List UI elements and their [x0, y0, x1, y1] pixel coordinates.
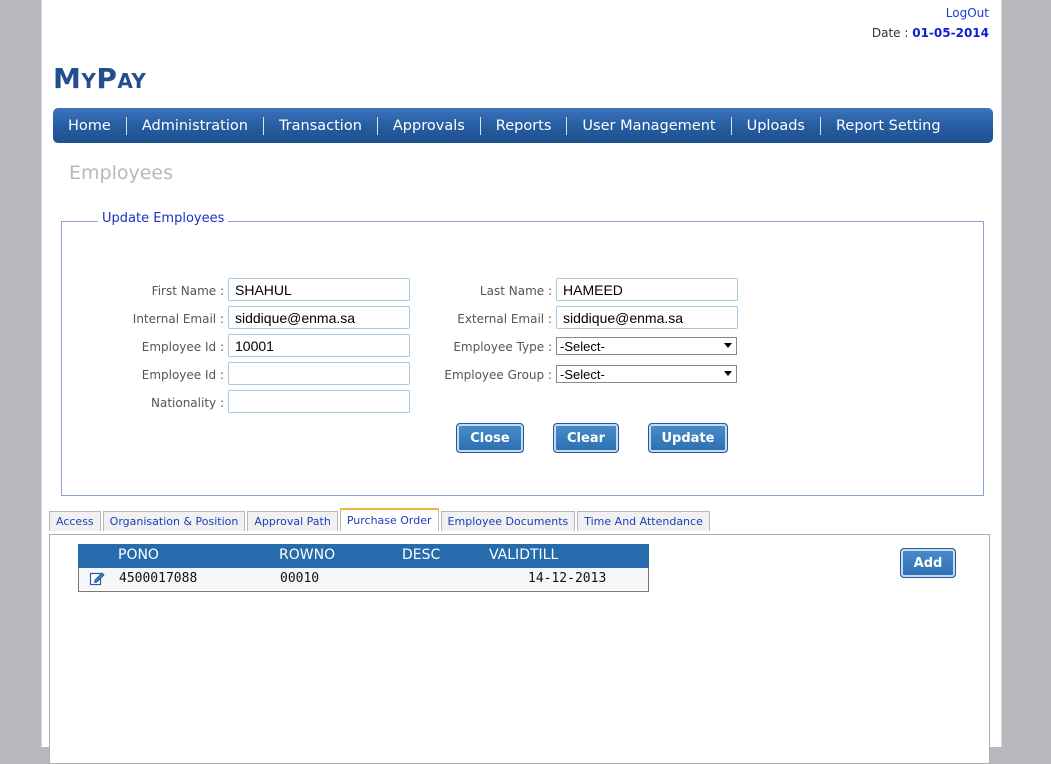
employee-group-label: Employee Group : [444, 368, 552, 382]
purchase-order-table: PONO ROWNO DESC VALIDTILL 4500017088 000… [78, 544, 649, 592]
app-logo: MyPay [53, 62, 147, 95]
internal-email-field[interactable]: siddique@enma.sa [228, 306, 410, 329]
logout-link[interactable]: LogOut [946, 6, 989, 20]
column-header-validtill: VALIDTILL [489, 547, 559, 563]
employee-group-select[interactable]: -Select- [556, 365, 737, 383]
tab-purchase-order[interactable]: Purchase Order [339, 508, 439, 531]
nationality-label: Nationality : [150, 396, 224, 410]
edit-icon[interactable] [89, 570, 105, 594]
column-header-rowno: ROWNO [279, 547, 336, 563]
date-display: Date : 01-05-2014 [872, 26, 989, 40]
employee-id-2-field[interactable] [228, 362, 410, 385]
close-button[interactable]: Close [456, 423, 524, 453]
nav-uploads[interactable]: Uploads [730, 116, 820, 135]
employee-type-selected: -Select- [560, 339, 605, 354]
nav-home[interactable]: Home [57, 117, 126, 135]
update-button[interactable]: Update [648, 423, 728, 453]
employee-id-2-label: Employee Id : [141, 368, 224, 382]
nav-user-management[interactable]: User Management [566, 116, 730, 135]
chevron-down-icon [724, 343, 732, 348]
page: LogOut Date : 01-05-2014 MyPay Home Admi… [41, 0, 1002, 764]
tab-strip: Access Organisation & Position Approval … [49, 508, 712, 531]
fieldset-legend: Update Employees [98, 211, 229, 226]
page-title: Employees [69, 162, 173, 184]
table-row: 4500017088 00010 14-12-2013 [79, 568, 648, 590]
column-header-desc: DESC [402, 547, 441, 563]
column-header-pono: PONO [118, 547, 159, 563]
first-name-label: First Name : [151, 284, 224, 298]
nav-transaction[interactable]: Transaction [262, 116, 377, 135]
nav-reports[interactable]: Reports [479, 116, 567, 135]
tab-time-attendance[interactable]: Time And Attendance [577, 511, 710, 531]
employee-id-label: Employee Id : [141, 340, 224, 354]
nav-approvals[interactable]: Approvals [376, 116, 480, 135]
tab-employee-documents[interactable]: Employee Documents [440, 511, 576, 531]
date-label: Date : [871, 26, 909, 40]
tab-organisation-position[interactable]: Organisation & Position [102, 511, 246, 531]
tab-approval-path[interactable]: Approval Path [247, 511, 338, 531]
cell-pono: 4500017088 [119, 571, 198, 586]
employee-type-label: Employee Type : [453, 340, 552, 354]
employee-group-selected: -Select- [560, 367, 605, 382]
last-name-label: Last Name : [479, 284, 552, 298]
clear-button[interactable]: Clear [553, 423, 619, 453]
table-header: PONO ROWNO DESC VALIDTILL [78, 544, 649, 568]
main-navbar: Home Administration Transaction Approval… [53, 108, 993, 143]
first-name-field[interactable]: SHAHUL [228, 278, 410, 301]
nav-administration[interactable]: Administration [125, 116, 263, 135]
chevron-down-icon [724, 371, 732, 376]
date-value: 01-05-2014 [912, 26, 989, 40]
add-button[interactable]: Add [900, 548, 956, 578]
cell-validtill: 14-12-2013 [528, 571, 607, 586]
tab-access[interactable]: Access [49, 511, 101, 531]
external-email-label: External Email : [457, 312, 552, 326]
internal-email-label: Internal Email : [132, 312, 224, 326]
update-employees-fieldset [61, 221, 984, 496]
employee-type-select[interactable]: -Select- [556, 337, 737, 355]
last-name-field[interactable]: HAMEED [556, 278, 738, 301]
cell-rowno: 00010 [280, 571, 320, 586]
nationality-field[interactable] [228, 390, 410, 413]
nav-report-setting[interactable]: Report Setting [819, 116, 956, 135]
external-email-field[interactable]: siddique@enma.sa [556, 306, 738, 329]
employee-id-field[interactable]: 10001 [228, 334, 410, 357]
